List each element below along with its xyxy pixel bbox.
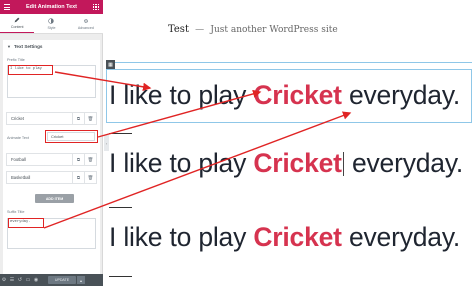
panel-header: Edit Animation Text [0, 0, 103, 14]
animated-word: Cricket [253, 222, 342, 252]
animate-text-highlight-box [45, 130, 98, 143]
repeater-item-cricket[interactable]: Cricket ⧉ 🗑 [6, 112, 97, 125]
delete-icon[interactable]: 🗑 [84, 154, 96, 165]
history-icon[interactable]: ↺ [16, 274, 24, 286]
divider [109, 133, 132, 134]
update-button[interactable]: UPDATE [48, 276, 76, 284]
duplicate-icon[interactable]: ⧉ [72, 113, 84, 124]
section-outline [106, 62, 472, 63]
prefix-highlight-box [8, 65, 53, 75]
animated-text-line: I like to play Cricket everyday. [109, 80, 461, 110]
section-text-settings[interactable]: ▼ Text Settings [3, 40, 100, 52]
site-header: Test — Just another WordPress site [168, 24, 338, 35]
animate-text-label: Animate Text [7, 136, 29, 140]
caret-down-icon: ▼ [7, 43, 11, 49]
divider [109, 207, 132, 208]
responsive-icon[interactable]: ▭ [24, 274, 32, 286]
gear-icon [83, 18, 88, 23]
edit-section-handle[interactable]: ▦ [106, 60, 115, 69]
duplicate-icon[interactable]: ⧉ [72, 154, 84, 165]
suffix-title-label: Suffix Title [7, 210, 25, 214]
animated-word: Cricket [253, 148, 342, 178]
widgets-grid-icon[interactable] [93, 4, 99, 10]
animated-text-line: I like to play Cricket everyday. [109, 222, 461, 252]
panel-title: Edit Animation Text [25, 4, 78, 10]
prefix-title-label: Prefix Title [7, 58, 25, 62]
editor-panel: Edit Animation Text Content Style Advanc… [0, 0, 103, 286]
settings-icon[interactable]: ⚙ [0, 274, 8, 286]
site-name[interactable]: Test [168, 24, 189, 35]
delete-icon[interactable]: 🗑 [84, 172, 96, 183]
repeater-item-football[interactable]: Football ⧉ 🗑 [6, 153, 97, 166]
pencil-icon [14, 17, 20, 23]
panel-tabs: Content Style Advanced [0, 14, 103, 34]
duplicate-icon[interactable]: ⧉ [72, 172, 84, 183]
navigator-icon[interactable]: ☰ [8, 274, 16, 286]
preview-eye-icon[interactable]: ◉ [32, 274, 40, 286]
half-circle-icon [48, 17, 55, 24]
suffix-highlight-box [8, 218, 44, 228]
tab-style[interactable]: Style [34, 14, 68, 33]
tab-content[interactable]: Content [0, 14, 35, 33]
page-preview: Test — Just another WordPress site ▦ ‹ I… [104, 0, 474, 286]
animated-text-line: I like to play Cricket everyday. [109, 148, 464, 178]
menu-icon[interactable] [4, 4, 10, 10]
update-options-icon[interactable]: ▴ [77, 276, 85, 284]
divider [109, 276, 132, 277]
panel-footer: ⚙ ☰ ↺ ▭ ◉ UPDATE ▴ [0, 274, 103, 286]
title-separator: — [195, 25, 205, 35]
controls-area: Prefix Title I like to play Cricket ⧉ 🗑 … [3, 52, 100, 278]
typing-cursor [342, 152, 344, 176]
animated-word: Cricket [253, 80, 342, 110]
site-tagline: Just another WordPress site [210, 25, 338, 35]
add-item-button[interactable]: ADD ITEM [35, 194, 74, 203]
delete-icon[interactable]: 🗑 [84, 113, 96, 124]
tab-advanced[interactable]: Advanced [69, 14, 103, 33]
repeater-item-basketball[interactable]: Basketball ⧉ 🗑 [6, 171, 97, 184]
